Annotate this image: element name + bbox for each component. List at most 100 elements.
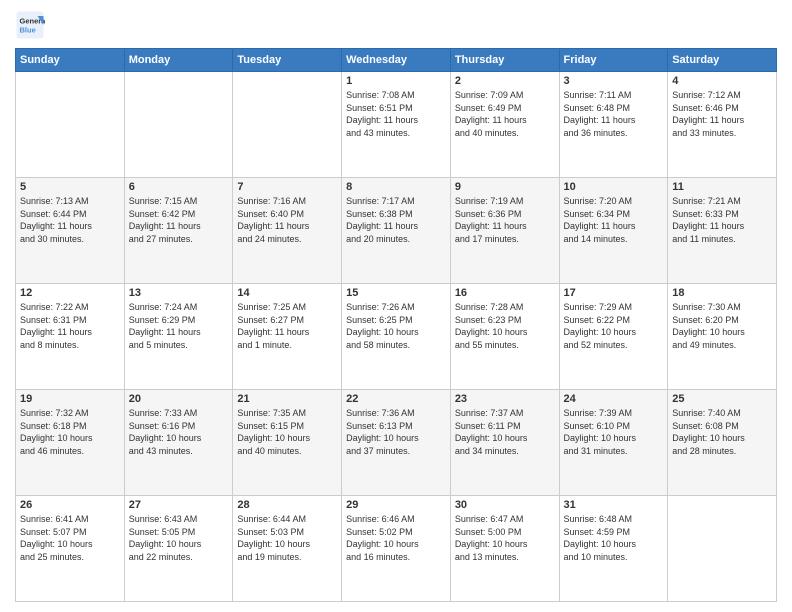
day-number: 30 xyxy=(455,499,555,511)
day-info: Sunrise: 7:12 AM Sunset: 6:46 PM Dayligh… xyxy=(672,89,772,139)
calendar-cell: 12 Sunrise: 7:22 AM Sunset: 6:31 PM Dayli… xyxy=(16,284,125,390)
calendar-cell: 9 Sunrise: 7:19 AM Sunset: 6:36 PM Daylig… xyxy=(450,178,559,284)
day-number: 7 xyxy=(237,181,337,193)
calendar-cell: 5Sunrise: 7:13 AM Sunset: 6:44 PM Daylig… xyxy=(16,178,125,284)
calendar-week-3: 12 Sunrise: 7:22 AM Sunset: 6:31 PM Dayli… xyxy=(16,284,777,390)
calendar-cell xyxy=(124,72,233,178)
day-info: Sunrise: 7:16 AM Sunset: 6:40 PM Dayligh… xyxy=(237,195,337,245)
calendar-cell: 1 Sunrise: 7:08 AM Sunset: 6:51 PM Daylig… xyxy=(342,72,451,178)
day-info: Sunrise: 7:25 AM Sunset: 6:27 PM Dayligh… xyxy=(237,301,337,351)
day-number: 21 xyxy=(237,393,337,405)
calendar-cell: 27 Sunrise: 6:43 AM Sunset: 5:05 PM Dayli… xyxy=(124,496,233,602)
page-header: General Blue xyxy=(15,10,777,40)
day-info: Sunrise: 7:33 AM Sunset: 6:16 PM Dayligh… xyxy=(129,407,229,457)
day-info: Sunrise: 7:28 AM Sunset: 6:23 PM Dayligh… xyxy=(455,301,555,351)
calendar-cell: 3Sunrise: 7:11 AM Sunset: 6:48 PM Daylig… xyxy=(559,72,668,178)
day-info: Sunrise: 7:21 AM Sunset: 6:33 PM Dayligh… xyxy=(672,195,772,245)
day-number: 27 xyxy=(129,499,229,511)
day-info: Sunrise: 7:26 AM Sunset: 6:25 PM Dayligh… xyxy=(346,301,446,351)
weekday-header-monday: Monday xyxy=(124,49,233,72)
calendar-cell: 31Sunrise: 6:48 AM Sunset: 4:59 PM Dayli… xyxy=(559,496,668,602)
day-number: 14 xyxy=(237,287,337,299)
day-info: Sunrise: 6:46 AM Sunset: 5:02 PM Dayligh… xyxy=(346,513,446,563)
calendar-cell: 30Sunrise: 6:47 AM Sunset: 5:00 PM Dayli… xyxy=(450,496,559,602)
calendar-cell: 8 Sunrise: 7:17 AM Sunset: 6:38 PM Daylig… xyxy=(342,178,451,284)
day-info: Sunrise: 7:13 AM Sunset: 6:44 PM Dayligh… xyxy=(20,195,120,245)
weekday-header-thursday: Thursday xyxy=(450,49,559,72)
calendar-cell xyxy=(668,496,777,602)
day-info: Sunrise: 6:43 AM Sunset: 5:05 PM Dayligh… xyxy=(129,513,229,563)
day-number: 1 xyxy=(346,75,446,87)
day-number: 19 xyxy=(20,393,120,405)
day-number: 2 xyxy=(455,75,555,87)
day-number: 16 xyxy=(455,287,555,299)
day-info: Sunrise: 7:36 AM Sunset: 6:13 PM Dayligh… xyxy=(346,407,446,457)
calendar-week-4: 19Sunrise: 7:32 AM Sunset: 6:18 PM Dayli… xyxy=(16,390,777,496)
calendar-cell: 24Sunrise: 7:39 AM Sunset: 6:10 PM Dayli… xyxy=(559,390,668,496)
day-number: 15 xyxy=(346,287,446,299)
calendar-cell: 20 Sunrise: 7:33 AM Sunset: 6:16 PM Dayli… xyxy=(124,390,233,496)
calendar-cell: 19Sunrise: 7:32 AM Sunset: 6:18 PM Dayli… xyxy=(16,390,125,496)
calendar-cell: 26 Sunrise: 6:41 AM Sunset: 5:07 PM Dayli… xyxy=(16,496,125,602)
calendar-cell: 14 Sunrise: 7:25 AM Sunset: 6:27 PM Dayli… xyxy=(233,284,342,390)
day-info: Sunrise: 7:35 AM Sunset: 6:15 PM Dayligh… xyxy=(237,407,337,457)
weekday-header-wednesday: Wednesday xyxy=(342,49,451,72)
calendar-cell: 11 Sunrise: 7:21 AM Sunset: 6:33 PM Dayli… xyxy=(668,178,777,284)
logo-icon: General Blue xyxy=(15,10,45,40)
calendar-cell xyxy=(16,72,125,178)
day-number: 18 xyxy=(672,287,772,299)
day-info: Sunrise: 7:30 AM Sunset: 6:20 PM Dayligh… xyxy=(672,301,772,351)
day-number: 9 xyxy=(455,181,555,193)
day-info: Sunrise: 7:15 AM Sunset: 6:42 PM Dayligh… xyxy=(129,195,229,245)
calendar-week-1: 1 Sunrise: 7:08 AM Sunset: 6:51 PM Daylig… xyxy=(16,72,777,178)
day-info: Sunrise: 7:11 AM Sunset: 6:48 PM Dayligh… xyxy=(564,89,664,139)
weekday-header-saturday: Saturday xyxy=(668,49,777,72)
day-number: 26 xyxy=(20,499,120,511)
svg-text:Blue: Blue xyxy=(20,26,36,35)
day-info: Sunrise: 7:09 AM Sunset: 6:49 PM Dayligh… xyxy=(455,89,555,139)
calendar-cell xyxy=(233,72,342,178)
day-number: 13 xyxy=(129,287,229,299)
day-info: Sunrise: 7:19 AM Sunset: 6:36 PM Dayligh… xyxy=(455,195,555,245)
calendar-cell: 16 Sunrise: 7:28 AM Sunset: 6:23 PM Dayli… xyxy=(450,284,559,390)
day-info: Sunrise: 7:22 AM Sunset: 6:31 PM Dayligh… xyxy=(20,301,120,351)
day-number: 20 xyxy=(129,393,229,405)
calendar-cell: 18 Sunrise: 7:30 AM Sunset: 6:20 PM Dayli… xyxy=(668,284,777,390)
day-info: Sunrise: 6:48 AM Sunset: 4:59 PM Dayligh… xyxy=(564,513,664,563)
day-number: 23 xyxy=(455,393,555,405)
calendar-week-2: 5Sunrise: 7:13 AM Sunset: 6:44 PM Daylig… xyxy=(16,178,777,284)
day-number: 28 xyxy=(237,499,337,511)
day-number: 11 xyxy=(672,181,772,193)
day-number: 12 xyxy=(20,287,120,299)
calendar-cell: 2 Sunrise: 7:09 AM Sunset: 6:49 PM Daylig… xyxy=(450,72,559,178)
calendar-table: SundayMondayTuesdayWednesdayThursdayFrid… xyxy=(15,48,777,602)
calendar-cell: 13 Sunrise: 7:24 AM Sunset: 6:29 PM Dayli… xyxy=(124,284,233,390)
calendar-cell: 6Sunrise: 7:15 AM Sunset: 6:42 PM Daylig… xyxy=(124,178,233,284)
calendar-cell: 29Sunrise: 6:46 AM Sunset: 5:02 PM Dayli… xyxy=(342,496,451,602)
day-number: 25 xyxy=(672,393,772,405)
day-info: Sunrise: 7:17 AM Sunset: 6:38 PM Dayligh… xyxy=(346,195,446,245)
day-number: 8 xyxy=(346,181,446,193)
calendar-cell: 23Sunrise: 7:37 AM Sunset: 6:11 PM Dayli… xyxy=(450,390,559,496)
calendar-cell: 22 Sunrise: 7:36 AM Sunset: 6:13 PM Dayli… xyxy=(342,390,451,496)
calendar-cell: 25Sunrise: 7:40 AM Sunset: 6:08 PM Dayli… xyxy=(668,390,777,496)
calendar-cell: 21 Sunrise: 7:35 AM Sunset: 6:15 PM Dayli… xyxy=(233,390,342,496)
calendar-cell: 28Sunrise: 6:44 AM Sunset: 5:03 PM Dayli… xyxy=(233,496,342,602)
day-number: 24 xyxy=(564,393,664,405)
calendar-cell: 4 Sunrise: 7:12 AM Sunset: 6:46 PM Daylig… xyxy=(668,72,777,178)
day-number: 10 xyxy=(564,181,664,193)
weekday-header-friday: Friday xyxy=(559,49,668,72)
day-info: Sunrise: 6:41 AM Sunset: 5:07 PM Dayligh… xyxy=(20,513,120,563)
weekday-header-tuesday: Tuesday xyxy=(233,49,342,72)
calendar-body: 1 Sunrise: 7:08 AM Sunset: 6:51 PM Daylig… xyxy=(16,72,777,602)
calendar-cell: 10 Sunrise: 7:20 AM Sunset: 6:34 PM Dayli… xyxy=(559,178,668,284)
day-number: 4 xyxy=(672,75,772,87)
calendar-week-5: 26 Sunrise: 6:41 AM Sunset: 5:07 PM Dayli… xyxy=(16,496,777,602)
weekday-header-sunday: Sunday xyxy=(16,49,125,72)
calendar-cell: 7 Sunrise: 7:16 AM Sunset: 6:40 PM Daylig… xyxy=(233,178,342,284)
day-info: Sunrise: 7:20 AM Sunset: 6:34 PM Dayligh… xyxy=(564,195,664,245)
calendar-cell: 15 Sunrise: 7:26 AM Sunset: 6:25 PM Dayli… xyxy=(342,284,451,390)
day-info: Sunrise: 7:08 AM Sunset: 6:51 PM Dayligh… xyxy=(346,89,446,139)
day-info: Sunrise: 7:24 AM Sunset: 6:29 PM Dayligh… xyxy=(129,301,229,351)
day-number: 22 xyxy=(346,393,446,405)
